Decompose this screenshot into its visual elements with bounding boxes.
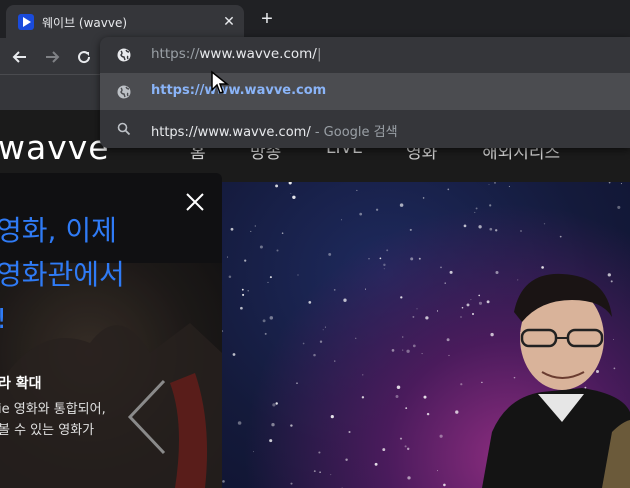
popup-subtitle: 라 확대	[0, 376, 42, 392]
popup-description-line: 볼 수 있는 영화가	[0, 423, 95, 438]
suggestion-search-query: https://www.wavve.com/	[151, 125, 311, 140]
globe-icon	[117, 85, 131, 99]
suggestion-search-text: https://www.wavve.com/ - Google 검색	[151, 121, 398, 140]
popup-headline-line: 영화, 이제	[0, 214, 117, 247]
reload-icon[interactable]	[74, 47, 94, 67]
popup-description-line: ie 영화와 통합되어,	[0, 402, 106, 417]
new-tab-icon[interactable]: +	[256, 8, 278, 30]
omnibox-dropdown: https://www.wavve.com/| https://www.wavv…	[100, 37, 630, 148]
popup-description: ie 영화와 통합되어, 볼 수 있는 영화가	[0, 399, 106, 441]
popup-headline-line: !	[0, 297, 125, 341]
forward-icon[interactable]	[42, 47, 62, 67]
popup-headline: 영화, 이제 영화관에서 !	[0, 209, 125, 341]
hero-banner[interactable]	[222, 182, 630, 488]
wavve-favicon-icon	[18, 14, 34, 30]
omnibox-suggestion-url[interactable]: https://www.wavve.com	[100, 73, 630, 110]
carousel-prev-icon[interactable]	[122, 377, 172, 457]
mouse-cursor-icon	[211, 70, 230, 94]
wavve-logo[interactable]: wavve	[0, 128, 110, 167]
promo-popup: 영화, 이제 영화관에서 ! 라 확대 ie 영화와 통합되어, 볼 수 있는 …	[0, 173, 222, 488]
search-icon	[117, 122, 131, 136]
popup-headline-line: 영화관에서	[0, 258, 125, 291]
globe-icon	[117, 48, 131, 62]
omnibox[interactable]: https://www.wavve.com/|	[100, 37, 630, 73]
address-bar-value[interactable]: https://www.wavve.com/|	[151, 46, 321, 62]
back-icon[interactable]	[10, 47, 30, 67]
tab-strip: 웨이브 (wavve) ✕ +	[0, 0, 630, 38]
address-host: www.wavve.com/	[199, 46, 317, 62]
browser-tab[interactable]: 웨이브 (wavve) ✕	[6, 5, 244, 38]
popup-close-icon[interactable]	[184, 191, 206, 213]
tab-close-icon[interactable]: ✕	[220, 12, 238, 30]
omnibox-suggestion-search[interactable]: https://www.wavve.com/ - Google 검색	[100, 110, 630, 148]
suggestion-url-text: https://www.wavve.com	[151, 83, 327, 98]
text-caret: |	[316, 46, 322, 62]
suggestion-search-suffix: - Google 검색	[314, 125, 398, 140]
address-protocol: https://	[151, 46, 200, 62]
tab-title: 웨이브 (wavve)	[42, 16, 128, 30]
hero-person-image	[482, 273, 630, 488]
